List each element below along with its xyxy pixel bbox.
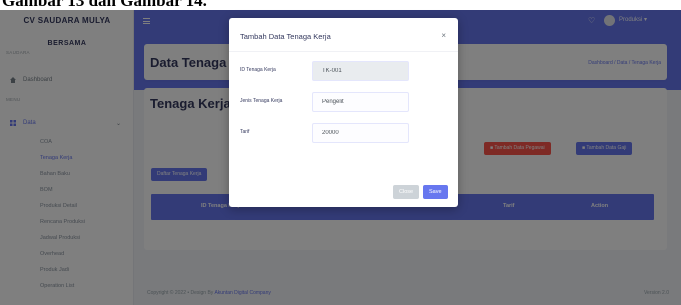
add-tenaga-kerja-modal: Tambah Data Tenaga Kerja × ID Tenaga Ker…: [229, 18, 458, 207]
jenis-tenaga-kerja-input[interactable]: [312, 92, 409, 112]
field-label: Tarif: [240, 129, 250, 135]
field-label: ID Tenaga Kerja: [240, 67, 276, 73]
close-icon[interactable]: ×: [441, 31, 446, 40]
field-tarif: Tarif: [240, 123, 440, 143]
tarif-input[interactable]: [312, 123, 409, 143]
divider: [229, 51, 458, 52]
field-label: Jenis Tenaga Kerja: [240, 98, 283, 104]
close-button[interactable]: Close: [393, 185, 420, 199]
field-jenis-tenaga-kerja: Jenis Tenaga Kerja: [240, 92, 440, 112]
figure-caption: Gambar 13 dan Gambar 14.: [0, 0, 681, 10]
modal-title: Tambah Data Tenaga Kerja: [240, 32, 331, 41]
save-button[interactable]: Save: [423, 185, 448, 199]
field-id-tenaga-kerja: ID Tenaga Kerja: [240, 61, 440, 81]
id-tenaga-kerja-input[interactable]: [312, 61, 409, 81]
